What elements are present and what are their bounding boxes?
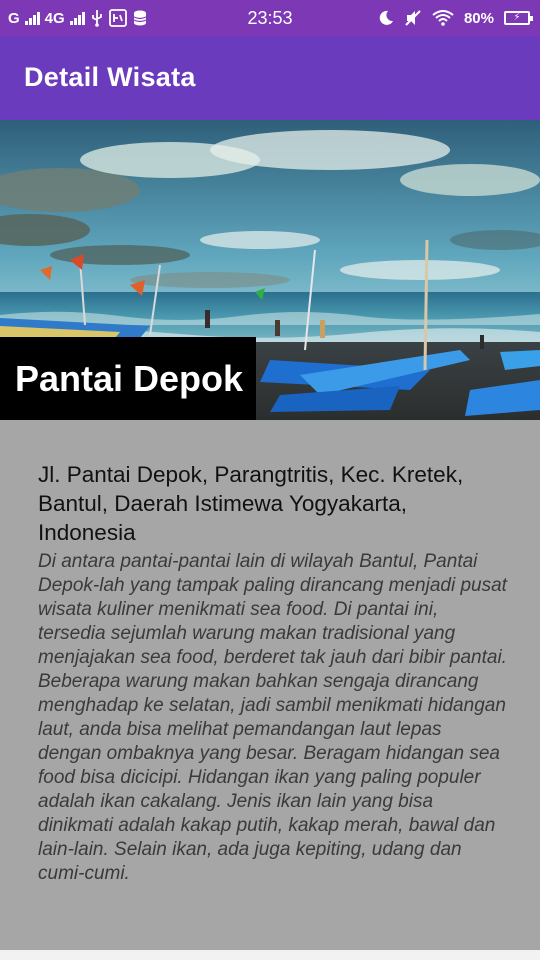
wifi-icon <box>432 10 454 26</box>
network-label-1: G <box>8 9 20 27</box>
usb-icon <box>91 10 102 27</box>
status-bar-left: G 4G <box>8 0 148 36</box>
bottom-strip <box>0 950 540 960</box>
moon-icon <box>379 10 393 25</box>
storage-icon <box>133 10 146 26</box>
place-address: Jl. Pantai Depok, Parangtritis, Kec. Kre… <box>38 462 464 545</box>
status-bar: G 4G 23:53 80% ⚡ <box>0 0 540 36</box>
battery-percent: 80% <box>463 9 494 27</box>
app-notification-icon <box>108 9 127 27</box>
muted-icon <box>405 10 421 26</box>
network-label-2: 4G <box>44 9 65 27</box>
status-bar-right: 80% ⚡ <box>378 0 533 36</box>
signal-icon <box>24 11 40 25</box>
app-bar: Detail Wisata <box>0 36 540 120</box>
battery-icon: ⚡ <box>504 11 533 25</box>
place-description: Di antara pantai-pantai lain di wilayah … <box>38 551 507 884</box>
place-name-label: Pantai Depok <box>0 337 256 420</box>
detail-section: Jl. Pantai Depok, Parangtritis, Kec. Kre… <box>0 420 540 950</box>
place-photo: Pantai Depok <box>0 120 540 420</box>
page-title: Detail Wisata <box>24 62 196 92</box>
signal-icon-2 <box>69 11 85 25</box>
